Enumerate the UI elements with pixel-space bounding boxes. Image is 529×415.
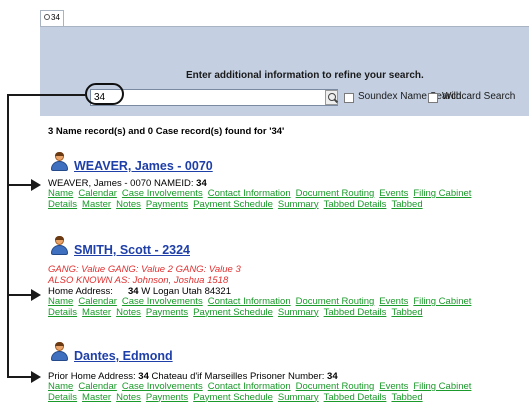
link-events[interactable]: Events	[379, 381, 408, 392]
name-record: WEAVER, James - 0070 WEAVER, James - 007…	[48, 152, 526, 210]
record-links-row2: Details Master Notes Payments Payment Schedu…	[48, 307, 526, 319]
link-summary[interactable]: Summary	[278, 307, 319, 318]
link-case-involvements[interactable]: Case Involvements	[122, 381, 203, 392]
person-icon	[50, 236, 70, 256]
link-tabbed-details[interactable]: Tabbed Details	[324, 307, 387, 318]
record-title-link[interactable]: Dantes, Edmond	[74, 349, 173, 363]
link-payment-schedule[interactable]: Payment Schedule	[193, 199, 273, 210]
person-icon	[50, 152, 70, 172]
link-calendar[interactable]: Calendar	[78, 188, 117, 199]
gang-line: GANG: Value GANG: Value 2 GANG: Value 3	[48, 264, 241, 275]
search-icon	[44, 14, 50, 20]
aka-line: ALSO KNOWN AS: Johnson, Joshua 1518	[48, 275, 229, 286]
search-input[interactable]	[90, 89, 338, 106]
link-tabbed[interactable]: Tabbed	[391, 307, 422, 318]
record-links-row1: Name Calendar Case Involvements Contact Inf…	[48, 381, 526, 393]
arrow-right-icon	[31, 371, 41, 383]
link-calendar[interactable]: Calendar	[78, 296, 117, 307]
link-notes[interactable]: Notes	[116, 392, 141, 403]
link-filing-cabinet[interactable]: Filing Cabinet	[413, 296, 471, 307]
record-links-row1: Name Calendar Case Involvements Contact Inf…	[48, 188, 526, 200]
link-tabbed[interactable]: Tabbed	[391, 199, 422, 210]
annotation-line	[7, 94, 9, 377]
search-button[interactable]	[325, 90, 339, 105]
link-case-involvements[interactable]: Case Involvements	[122, 188, 203, 199]
link-notes[interactable]: Notes	[116, 199, 141, 210]
refine-prompt: Enter additional information to refine y…	[186, 70, 424, 81]
results-summary: 3 Name record(s) and 0 Case record(s) fo…	[48, 126, 285, 137]
record-links-row2: Details Master Notes Payments Payment Schedu…	[48, 392, 526, 404]
link-filing-cabinet[interactable]: Filing Cabinet	[413, 188, 471, 199]
link-document-routing[interactable]: Document Routing	[296, 296, 375, 307]
link-master[interactable]: Master	[82, 392, 111, 403]
link-contact-information[interactable]: Contact Information	[208, 381, 291, 392]
soundex-checkbox[interactable]	[344, 93, 354, 103]
tab-bar: 34	[40, 0, 529, 26]
wildcard-label: Wildcard Search	[442, 91, 516, 102]
link-payments[interactable]: Payments	[146, 307, 188, 318]
link-tabbed[interactable]: Tabbed	[391, 392, 422, 403]
name-record: SMITH, Scott - 2324 GANG: Value GANG: Va…	[48, 236, 526, 318]
record-links-row1: Name Calendar Case Involvements Contact Inf…	[48, 296, 526, 308]
wildcard-checkbox[interactable]	[428, 93, 438, 103]
link-filing-cabinet[interactable]: Filing Cabinet	[413, 381, 471, 392]
link-payments[interactable]: Payments	[146, 392, 188, 403]
record-title-link[interactable]: WEAVER, James - 0070	[74, 159, 213, 173]
record-links-row2: Details Master Notes Payments Payment Schedu…	[48, 199, 526, 211]
link-tabbed-details[interactable]: Tabbed Details	[324, 199, 387, 210]
arrow-right-icon	[31, 179, 41, 191]
link-summary[interactable]: Summary	[278, 392, 319, 403]
link-contact-information[interactable]: Contact Information	[208, 296, 291, 307]
person-icon	[50, 342, 70, 362]
record-title-link[interactable]: SMITH, Scott - 2324	[74, 243, 190, 257]
link-events[interactable]: Events	[379, 188, 408, 199]
annotation-connector	[7, 94, 86, 96]
link-payments[interactable]: Payments	[146, 199, 188, 210]
name-record: Dantes, Edmond Prior Home Address: 34 Ch…	[48, 342, 526, 403]
link-details[interactable]: Details	[48, 199, 77, 210]
link-name[interactable]: Name	[48, 381, 73, 392]
arrow-right-icon	[31, 289, 41, 301]
link-case-involvements[interactable]: Case Involvements	[122, 296, 203, 307]
link-events[interactable]: Events	[379, 296, 408, 307]
link-master[interactable]: Master	[82, 199, 111, 210]
link-name[interactable]: Name	[48, 188, 73, 199]
link-details[interactable]: Details	[48, 392, 77, 403]
link-tabbed-details[interactable]: Tabbed Details	[324, 392, 387, 403]
link-details[interactable]: Details	[48, 307, 77, 318]
highlight-oval	[85, 83, 124, 105]
link-payment-schedule[interactable]: Payment Schedule	[193, 392, 273, 403]
link-payment-schedule[interactable]: Payment Schedule	[193, 307, 273, 318]
link-master[interactable]: Master	[82, 307, 111, 318]
link-contact-information[interactable]: Contact Information	[208, 188, 291, 199]
tab-search-34[interactable]: 34	[40, 10, 64, 26]
link-document-routing[interactable]: Document Routing	[296, 381, 375, 392]
tab-label: 34	[51, 13, 60, 22]
link-notes[interactable]: Notes	[116, 307, 141, 318]
link-document-routing[interactable]: Document Routing	[296, 188, 375, 199]
link-calendar[interactable]: Calendar	[78, 381, 117, 392]
link-summary[interactable]: Summary	[278, 199, 319, 210]
link-name[interactable]: Name	[48, 296, 73, 307]
